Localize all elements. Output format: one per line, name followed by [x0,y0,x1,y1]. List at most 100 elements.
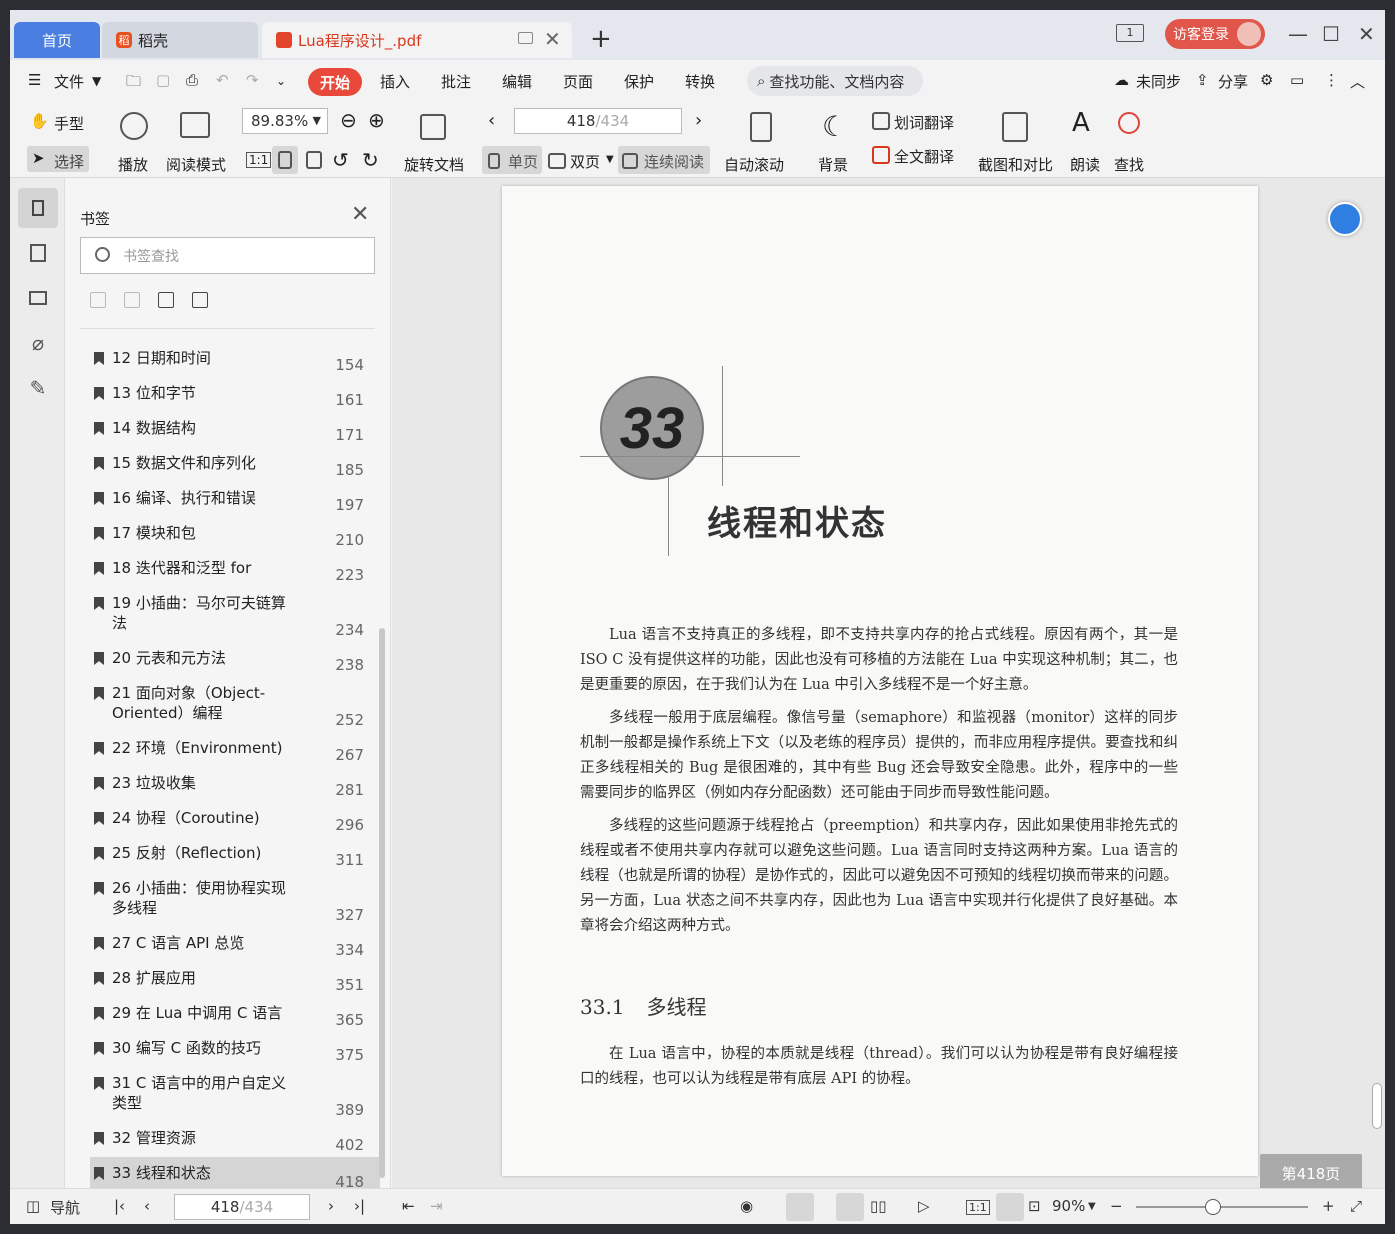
rotate-right-icon[interactable]: ↻ [362,148,379,172]
actual-size-icon[interactable]: 1:1 [966,1200,990,1215]
zoom-out-icon[interactable]: ⊖ [340,108,357,132]
tab-daoke[interactable]: 稻 稻壳 [102,22,258,58]
document-scroll-thumb[interactable] [1372,1083,1382,1129]
bookmark-item-selected[interactable]: 33 线程和状态 418 [90,1157,380,1188]
double-page-button[interactable]: 双页 [570,151,600,172]
settings-icon[interactable]: ⚙ [1260,71,1273,89]
navigation-icon[interactable]: ◫ [26,1197,40,1215]
book-icon[interactable] [180,112,210,138]
share-icon[interactable]: ⇪ [1196,71,1209,89]
continuous-read-button[interactable]: 连续阅读 [644,151,704,172]
double-page-view-icon[interactable]: ▯▯ [870,1197,887,1215]
word-translate-icon[interactable] [872,112,890,130]
redo-icon[interactable]: ↷ [246,71,259,89]
attachment-icon[interactable]: ⌀ [18,323,58,363]
full-translate-icon[interactable] [872,146,890,164]
word-translate-button[interactable]: 划词翻译 [894,112,954,133]
close-icon[interactable]: ✕ [351,202,369,227]
bookmark-item[interactable]: 25 反射（Reflection) 311 [90,843,380,873]
rotate-document-button[interactable]: 旋转文档 [404,154,464,175]
bookmark-item[interactable]: 32 管理资源 402 [90,1128,380,1158]
bookmark-item[interactable]: 27 C 语言 API 总览 334 [90,933,380,963]
expand-all-icon[interactable] [90,292,106,308]
document-scrollbar[interactable] [1369,178,1385,1188]
bookmark-search-input[interactable]: 书签查找 [80,237,375,274]
bookmark-item[interactable]: 23 垃圾收集 281 [90,773,380,803]
cursor-icon[interactable]: ➤ [32,149,45,167]
full-translate-button[interactable]: 全文翻译 [894,146,954,167]
play-button[interactable]: 播放 [118,154,148,175]
bookmark-item[interactable]: 30 编写 C 函数的技巧 375 [90,1038,380,1068]
menu-start[interactable]: 开始 [308,68,362,96]
forward-icon[interactable]: ⇥ [430,1197,443,1215]
moon-icon[interactable]: ☾ [822,110,847,143]
first-page-icon[interactable]: |‹ [114,1197,125,1215]
maximize-button[interactable]: ☐ [1322,22,1340,46]
delete-bookmark-icon[interactable] [192,292,208,308]
tab-close-icon[interactable]: ✕ [544,27,561,51]
read-aloud-icon[interactable]: A [1072,108,1090,138]
menu-file[interactable]: 文件 [54,71,84,92]
login-button[interactable]: 访客登录 [1165,19,1265,49]
single-page-view-icon[interactable] [836,1193,864,1221]
bookmark-item[interactable]: 22 环境（Environment) 267 [90,738,380,768]
find-icon[interactable] [1118,112,1140,134]
float-tool-button[interactable] [1328,202,1362,236]
window-count-icon[interactable]: 1 [1116,24,1144,42]
undo-icon[interactable]: ↶ [216,71,229,89]
thumbnail-icon[interactable] [18,233,58,273]
print-icon[interactable]: ⎙ [186,71,198,89]
fit-width-icon[interactable] [306,151,322,169]
read-aloud-button[interactable]: 朗读 [1070,154,1100,175]
menu-insert[interactable]: 插入 [380,71,410,92]
next-page-icon[interactable]: › [695,110,702,131]
find-button[interactable]: 查找 [1114,154,1144,175]
save-icon[interactable]: ▢ [156,71,170,89]
rotate-document-icon[interactable] [420,114,446,140]
play-icon[interactable]: ▷ [918,1197,930,1215]
fit-width-icon[interactable]: ⊡ [1028,1197,1041,1215]
fit-page-icon[interactable] [996,1193,1024,1221]
bookmark-item[interactable]: 26 小插曲：使用协程实现多线程 327 [90,878,380,928]
comment-panel-icon[interactable] [18,278,58,318]
zoom-select[interactable]: 89.83% ▼ [242,108,328,134]
new-tab-button[interactable]: + [590,24,612,54]
fullscreen-icon[interactable]: ⤢ [1350,1197,1362,1215]
auto-scroll-button[interactable]: 自动滚动 [724,154,784,175]
collapse-ribbon-icon[interactable]: ︿ [1350,71,1365,92]
zoom-in-icon[interactable]: ⊕ [368,108,385,132]
hand-tool-icon[interactable]: ✋ [30,112,49,130]
continuous-icon[interactable] [622,153,638,169]
collapse-all-icon[interactable] [124,292,140,308]
double-page-chevron-icon[interactable]: ▼ [606,154,614,165]
bookmark-item[interactable]: 16 编译、执行和错误 197 [90,488,380,518]
bookmark-scrollbar[interactable] [379,628,385,1178]
zoom-out-button[interactable]: − [1110,1197,1123,1215]
bookmark-item[interactable]: 12 日期和时间 154 [90,348,380,378]
signature-icon[interactable]: ✎ [18,368,58,408]
zoom-chevron-icon[interactable]: ▼ [1088,1201,1096,1212]
bookmark-panel-icon[interactable] [18,188,58,228]
continuous-view-icon[interactable] [786,1193,814,1221]
select-tool-button[interactable]: 选择 [54,151,84,172]
more-chevron-icon[interactable]: ⌄ [276,74,286,88]
actual-size-icon[interactable]: 1:1 [246,152,272,168]
bookmark-item[interactable]: 29 在 Lua 中调用 C 语言 365 [90,1003,380,1033]
minimize-button[interactable]: — [1288,22,1308,46]
bookmark-item[interactable]: 21 面向对象（Object-Oriented）编程 252 [90,683,380,733]
bookmark-item[interactable]: 17 模块和包 210 [90,523,380,553]
menu-convert[interactable]: 转换 [685,71,715,92]
status-page-input[interactable]: 418/434 [174,1194,310,1220]
tab-home[interactable]: 首页 [14,22,100,58]
rotate-left-icon[interactable]: ↺ [332,148,349,172]
back-icon[interactable]: ⇤ [402,1197,415,1215]
monitor-icon[interactable] [518,32,533,44]
bookmark-item[interactable]: 13 位和字节 161 [90,383,380,413]
hamburger-icon[interactable]: ☰ [28,71,41,89]
eye-care-icon[interactable]: ◉ [740,1197,753,1215]
navigation-button[interactable]: 导航 [50,1197,80,1218]
cloud-sync-icon[interactable]: ☁ [1114,71,1129,89]
tab-document[interactable]: Lua程序设计_.pdf ✕ [262,22,572,58]
bookmark-item[interactable]: 28 扩展应用 351 [90,968,380,998]
single-page-button[interactable]: 单页 [508,151,538,172]
